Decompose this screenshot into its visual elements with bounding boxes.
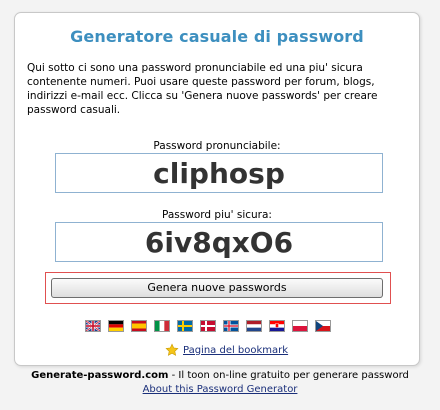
bookmark-row: Pagina del bookmark (165, 343, 288, 357)
secure-label: Password piu' sicura: (162, 209, 272, 221)
danish-flag-icon[interactable] (200, 320, 216, 332)
about-link[interactable]: About this Password Generator (143, 384, 298, 395)
intro-text: Qui sotto ci sono una password pronuncia… (27, 62, 378, 116)
generate-button[interactable]: Genera nuove passwords (51, 278, 383, 298)
site-name: Generate-password.com (31, 370, 169, 381)
footer-text: Generate-password.com - Il toon on-line … (0, 370, 440, 381)
bookmark-link[interactable]: Pagina del bookmark (183, 345, 288, 356)
language-flags (85, 320, 331, 332)
swedish-flag-icon[interactable] (177, 320, 193, 332)
croatian-flag-icon[interactable] (269, 320, 285, 332)
dutch-flag-icon[interactable] (246, 320, 262, 332)
generator-card: Generatore casuale di password Qui sotto… (14, 12, 420, 366)
generate-button-highlight: Genera nuove passwords (45, 272, 391, 304)
site-tagline: - Il toon on-line gratuito per generare … (168, 370, 409, 381)
secure-password-field[interactable]: 6iv8qxO6 (55, 222, 383, 262)
footer-link-row: About this Password Generator (0, 384, 440, 395)
english-flag-icon[interactable] (85, 320, 101, 332)
polish-flag-icon[interactable] (292, 320, 308, 332)
italian-flag-icon[interactable] (154, 320, 170, 332)
czech-flag-icon[interactable] (315, 320, 331, 332)
star-icon (165, 343, 179, 356)
icelandic-flag-icon[interactable] (223, 320, 239, 332)
german-flag-icon[interactable] (108, 320, 124, 332)
pronounceable-label: Password pronunciabile: (153, 140, 281, 152)
page-title: Generatore casuale di password (70, 27, 364, 46)
spanish-flag-icon[interactable] (131, 320, 147, 332)
pronounceable-password-field[interactable]: cliphosp (55, 153, 383, 193)
